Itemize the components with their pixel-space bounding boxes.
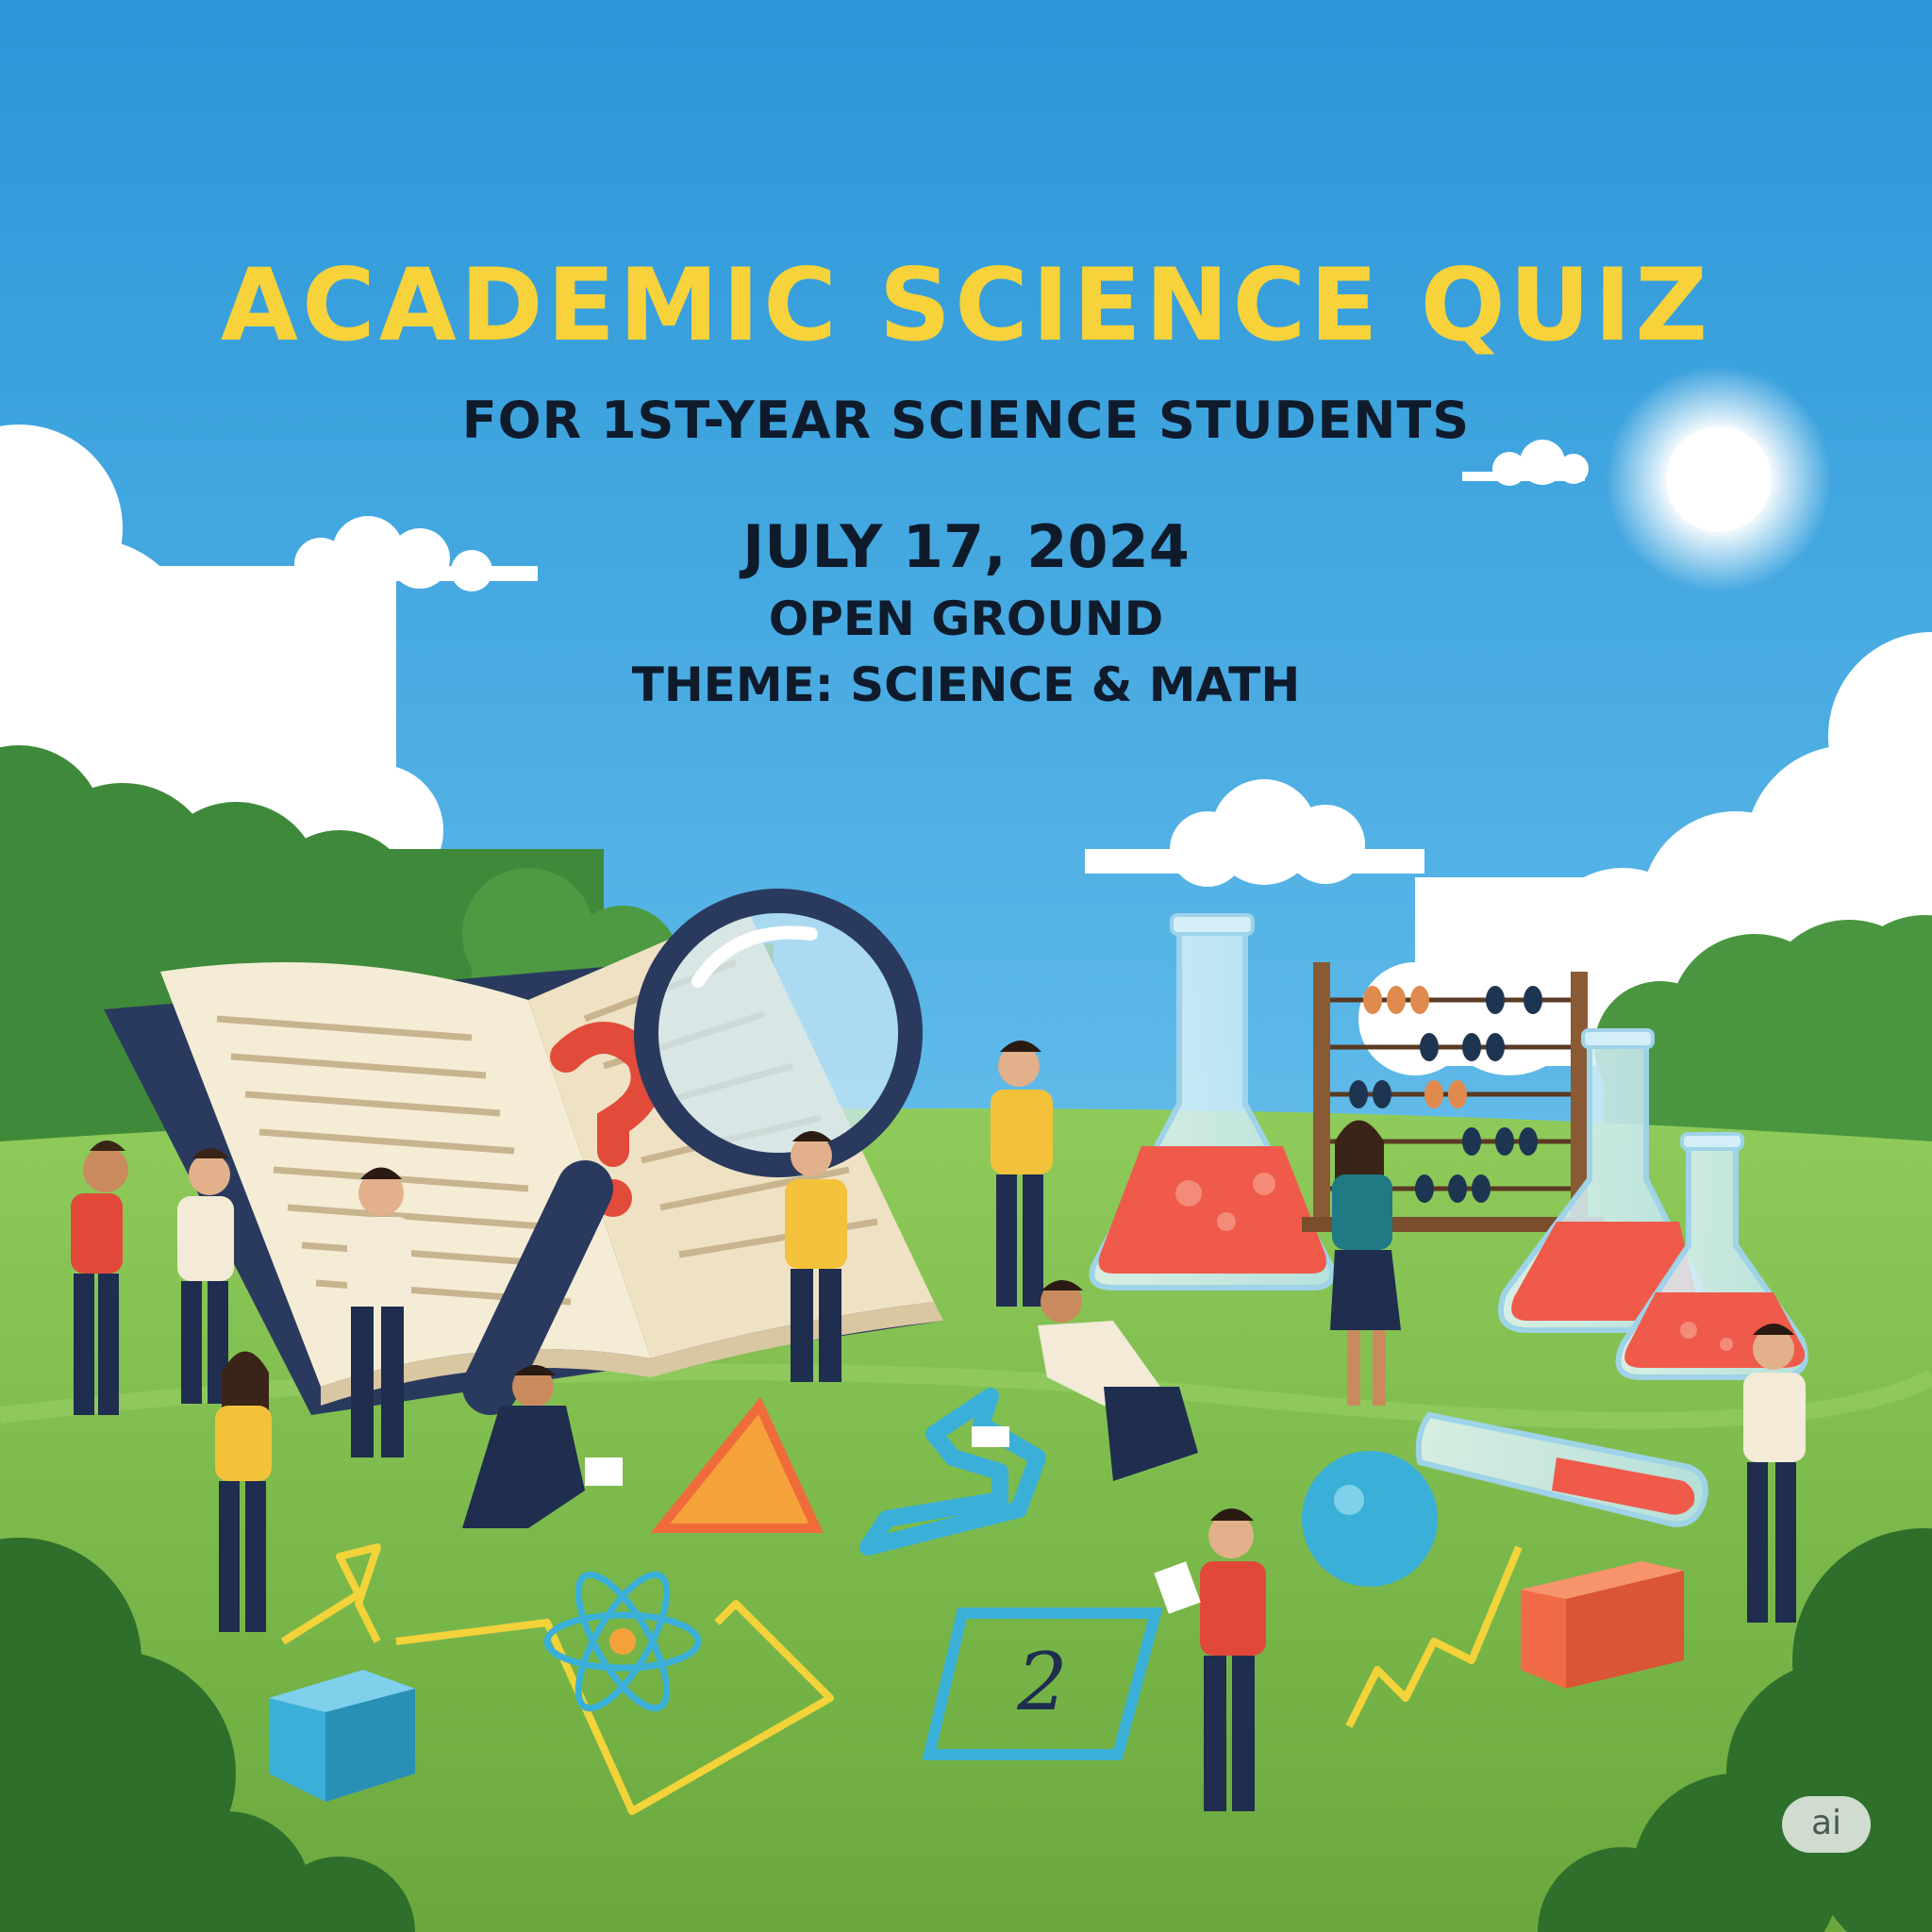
poster-title: ACADEMIC SCIENCE QUIZ [220, 247, 1712, 363]
poster-subtitle: FOR 1ST-YEAR SCIENCE STUDENTS [461, 391, 1471, 450]
event-poster: 2 ACADEMIC SCIENCE QUIZ FOR 1ST-YEAR SCI… [0, 0, 1932, 1932]
event-date: JULY 17, 2024 [742, 512, 1190, 581]
tile-number: 2 [1016, 1636, 1067, 1728]
ai-generated-badge: ai [1782, 1796, 1871, 1853]
sphere-shape [1302, 1451, 1438, 1587]
event-venue: OPEN GROUND [768, 591, 1164, 646]
event-theme: THEME: SCIENCE & MATH [631, 658, 1301, 712]
